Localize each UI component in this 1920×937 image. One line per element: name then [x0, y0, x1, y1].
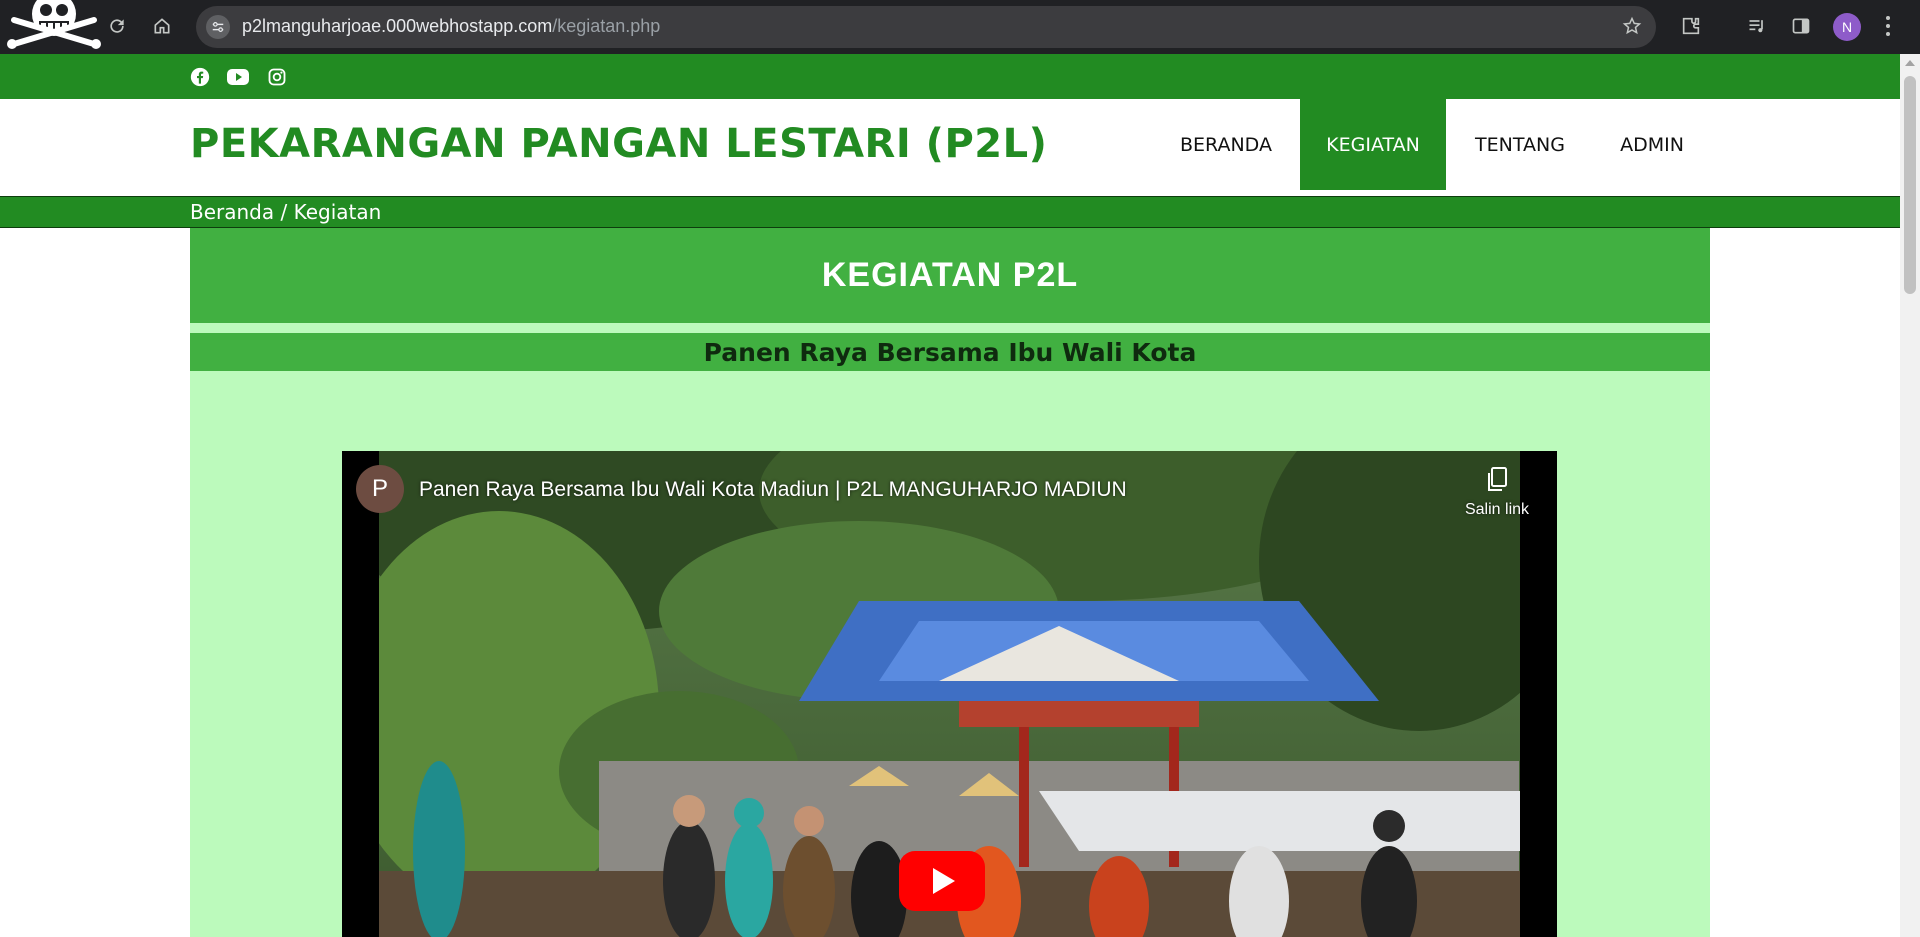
video-title[interactable]: Panen Raya Bersama Ibu Wali Kota Madiun …: [419, 478, 1127, 502]
activity-title-band: Panen Raya Bersama Ibu Wali Kota: [190, 333, 1710, 371]
page-scrollbar[interactable]: [1900, 54, 1920, 937]
reload-icon[interactable]: [103, 12, 131, 40]
social-top-bar: [0, 54, 1900, 99]
bookmark-star-icon[interactable]: [1622, 16, 1642, 40]
media-control-icon[interactable]: [1744, 13, 1770, 39]
profile-avatar[interactable]: N: [1833, 13, 1861, 41]
scroll-up-icon[interactable]: [1905, 60, 1915, 66]
nav-item-admin[interactable]: ADMIN: [1600, 99, 1704, 190]
breadcrumb[interactable]: Beranda / Kegiatan: [190, 200, 381, 224]
scrollbar-thumb[interactable]: [1904, 76, 1916, 294]
extensions-icon[interactable]: [1678, 13, 1704, 39]
side-panel-icon[interactable]: [1788, 13, 1814, 39]
nav-item-tentang[interactable]: TENTANG: [1460, 99, 1580, 190]
activity-title: Panen Raya Bersama Ibu Wali Kota: [703, 337, 1197, 367]
home-icon[interactable]: [148, 12, 176, 40]
pirate-skull-logo-icon: [7, 0, 101, 49]
browser-menu-icon[interactable]: [1883, 14, 1893, 38]
divider: [190, 323, 1710, 333]
site-brand[interactable]: PEKARANGAN PANGAN LESTARI (P2L): [190, 121, 1047, 167]
url-path: /kegiatan.php: [552, 16, 661, 36]
play-button-icon[interactable]: [899, 851, 985, 911]
page-title: KEGIATAN P2L: [821, 256, 1079, 294]
facebook-icon[interactable]: [188, 65, 212, 89]
browser-toolbar: p2lmanguharjoae.000webhostapp.com/kegiat…: [0, 0, 1920, 54]
main-content: KEGIATAN P2L Panen Raya Bersama Ibu Wali…: [190, 228, 1710, 937]
nav-item-beranda[interactable]: BERANDA: [1162, 99, 1290, 190]
page-title-band: KEGIATAN P2L: [190, 228, 1710, 323]
instagram-icon[interactable]: [265, 65, 289, 89]
youtube-icon[interactable]: [226, 65, 250, 89]
breadcrumb-bar: Beranda / Kegiatan: [0, 196, 1900, 228]
copy-link-button[interactable]: Salin link: [1447, 467, 1547, 519]
url-text[interactable]: p2lmanguharjoae.000webhostapp.com/kegiat…: [242, 16, 660, 37]
channel-avatar[interactable]: P: [356, 465, 404, 513]
nav-item-kegiatan[interactable]: KEGIATAN: [1300, 99, 1446, 190]
site-header: PEKARANGAN PANGAN LESTARI (P2L) BERANDA …: [0, 99, 1900, 196]
youtube-video-embed[interactable]: P Panen Raya Bersama Ibu Wali Kota Madiu…: [342, 451, 1557, 937]
address-bar[interactable]: p2lmanguharjoae.000webhostapp.com/kegiat…: [196, 6, 1656, 48]
site-settings-icon[interactable]: [206, 15, 230, 39]
url-host: p2lmanguharjoae.000webhostapp.com: [242, 16, 553, 36]
copy-link-label: Salin link: [1464, 501, 1530, 518]
copy-icon: [1488, 467, 1507, 491]
web-page: PEKARANGAN PANGAN LESTARI (P2L) BERANDA …: [0, 54, 1900, 937]
